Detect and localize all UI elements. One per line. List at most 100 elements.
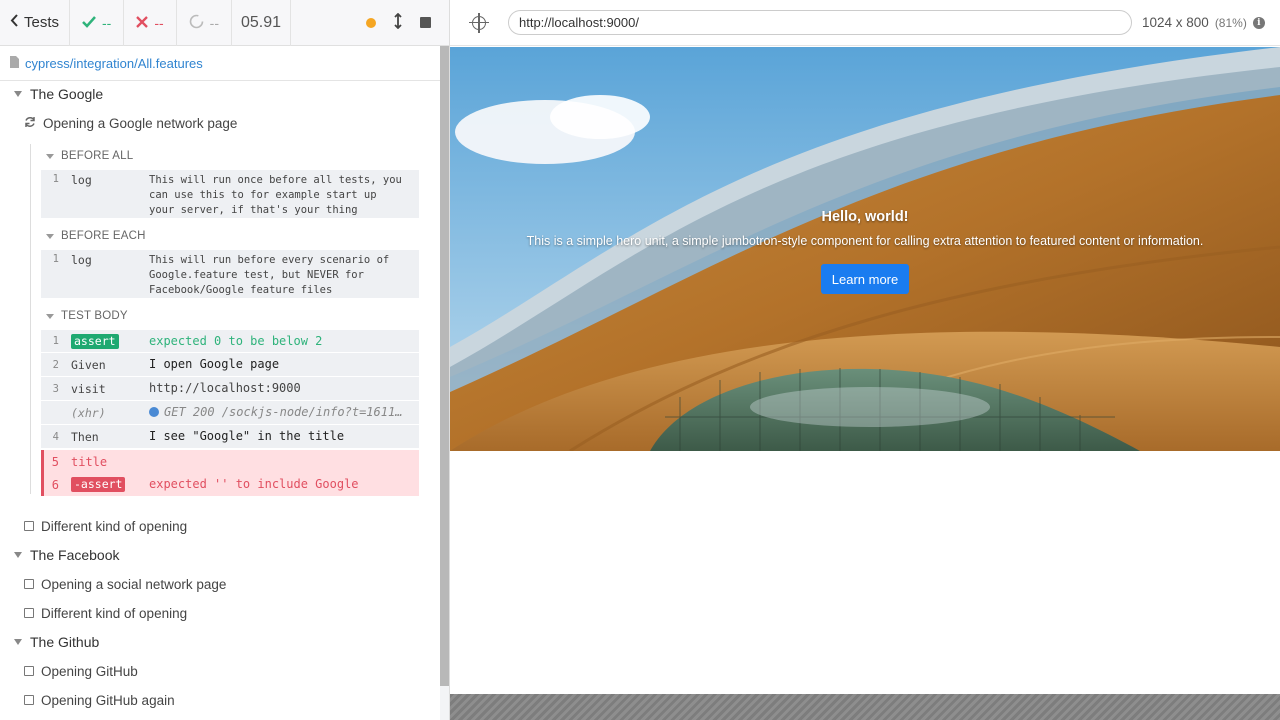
test-github-1[interactable]: Opening GitHub <box>24 660 138 682</box>
command-row[interactable]: (xhr) GET 200 /sockjs-node/info?t=16116.… <box>41 401 419 425</box>
command-row[interactable]: 1 log This will run once before all test… <box>41 170 419 219</box>
command-row[interactable]: 2 Given I open Google page <box>41 353 419 377</box>
test-facebook-1[interactable]: Opening a social network page <box>24 573 226 595</box>
command-number: 2 <box>52 358 59 371</box>
passed-count-value: -- <box>102 14 112 31</box>
command-list: 1 log This will run before every scenari… <box>41 250 419 299</box>
test-title: Opening GitHub <box>41 663 138 679</box>
command-name: log <box>71 253 92 267</box>
test-google-other[interactable]: Different kind of opening <box>24 515 187 537</box>
refresh-icon <box>24 116 36 131</box>
stats-bar: Tests -- -- -- 05.91 <box>0 0 449 46</box>
command-row-failed[interactable]: 5 title <box>44 450 419 473</box>
viewport-footer-strip <box>450 694 1280 720</box>
command-row[interactable]: 1 log This will run before every scenari… <box>41 250 419 299</box>
suite-facebook[interactable]: The Facebook <box>14 544 120 566</box>
test-title: Opening GitHub again <box>41 692 175 708</box>
suite-github[interactable]: The Github <box>14 631 99 653</box>
command-row[interactable]: 4 Then I see "Google" in the title <box>41 425 419 449</box>
chevron-down-icon <box>46 233 54 239</box>
aut-header: http://localhost:9000/ 1024 x 800 (81%) … <box>450 0 1280 46</box>
suite-title: The Facebook <box>30 547 120 563</box>
check-icon <box>82 15 96 31</box>
spinner-icon <box>189 14 204 32</box>
assert-badge: assert <box>71 333 119 349</box>
checkbox-icon <box>24 579 34 589</box>
x-icon <box>136 15 149 31</box>
hero-background-image <box>450 47 1280 451</box>
failed-count-value: -- <box>154 14 164 31</box>
pending-count: -- <box>177 0 232 46</box>
command-number: 3 <box>52 382 59 395</box>
command-row[interactable]: 3 visit http://localhost:9000 <box>41 377 419 401</box>
chevron-down-icon <box>14 639 22 645</box>
pending-count-value: -- <box>209 14 219 31</box>
hook-label: BEFORE ALL <box>61 150 134 162</box>
test-facebook-2[interactable]: Different kind of opening <box>24 602 187 624</box>
runnables-list: The Google Opening a Google network page… <box>0 81 440 720</box>
hook-before-each[interactable]: BEFORE EACH <box>46 227 146 245</box>
command-list: 1 assert expected 0 to be below 2 2 Give… <box>41 330 419 449</box>
viewport-info[interactable]: 1024 x 800 (81%) i <box>1142 15 1265 30</box>
hero-jumbotron: Hello, world! This is a simple hero unit… <box>450 47 1280 451</box>
command-name: Given <box>71 357 106 372</box>
hook-label: BEFORE EACH <box>61 230 146 242</box>
tests-back-button[interactable]: Tests <box>0 0 71 46</box>
command-message: http://localhost:9000 <box>149 381 301 395</box>
running-dot-icon <box>366 17 376 28</box>
command-row[interactable]: 1 assert expected 0 to be below 2 <box>41 330 419 353</box>
command-number: 6 <box>51 477 59 492</box>
tests-label: Tests <box>24 14 60 31</box>
command-message: I open Google page <box>149 357 280 371</box>
chevron-down-icon <box>14 552 22 558</box>
command-message: I see "Google" in the title <box>149 429 345 443</box>
command-message: This will run before every scenario of G… <box>149 254 390 296</box>
checkbox-icon <box>24 695 34 705</box>
command-message: This will run once before all tests, you… <box>149 174 402 216</box>
command-name: log <box>71 173 92 187</box>
test-github-2[interactable]: Opening GitHub again <box>24 689 175 711</box>
stop-icon[interactable] <box>420 17 431 28</box>
command-row-failed[interactable]: 6 -assert expected '' to include Google <box>44 473 419 496</box>
selector-playground-button[interactable] <box>450 12 508 33</box>
command-message: expected '' to include Google <box>149 477 359 491</box>
scrollbar[interactable] <box>440 46 449 686</box>
xhr-status-dot-icon <box>149 407 159 417</box>
test-title: Opening a social network page <box>41 576 227 592</box>
hook-before-all[interactable]: BEFORE ALL <box>46 147 133 165</box>
failed-commands: 5 title 6 -assert expected '' to include… <box>41 450 419 496</box>
suite-google[interactable]: The Google <box>14 83 103 105</box>
checkbox-icon <box>24 521 34 531</box>
spec-path-link[interactable]: cypress/integration/All.features <box>25 56 203 71</box>
command-number: 1 <box>52 335 59 347</box>
hook-label: TEST BODY <box>61 310 128 322</box>
hero-lead: This is a simple hero unit, a simple jum… <box>526 234 1204 248</box>
checkbox-icon <box>24 608 34 618</box>
command-message: expected 0 to be below 2 <box>149 333 323 348</box>
checkbox-icon <box>24 666 34 676</box>
viewport-size: 1024 x 800 <box>1142 15 1209 30</box>
viewport-scale: (81%) <box>1214 15 1247 30</box>
reporter-panel: Tests -- -- -- 05.91 cypress/integration… <box>0 0 450 720</box>
learn-more-button[interactable]: Learn more <box>821 264 909 294</box>
suite-title: The Google <box>30 86 104 102</box>
tree-guide-line <box>30 144 31 494</box>
hook-test-body[interactable]: TEST BODY <box>46 307 128 325</box>
failed-count: -- <box>124 0 177 46</box>
info-icon[interactable]: i <box>1252 16 1265 29</box>
chevron-down-icon <box>46 313 54 319</box>
chevron-down-icon <box>46 153 54 159</box>
duration: 05.91 <box>232 0 291 46</box>
chevron-down-icon <box>14 91 22 97</box>
command-name: visit <box>71 381 106 396</box>
url-field[interactable]: http://localhost:9000/ <box>508 10 1132 35</box>
test-title: Opening a Google network page <box>43 115 238 131</box>
command-number: 1 <box>52 253 59 265</box>
command-name: (xhr) <box>71 405 106 420</box>
command-number: 1 <box>52 173 59 185</box>
command-name: title <box>71 454 108 469</box>
resize-icon[interactable] <box>394 12 402 32</box>
test-google-running[interactable]: Opening a Google network page <box>24 112 237 134</box>
command-message: GET 200 /sockjs-node/info?t=16116... <box>164 405 419 419</box>
spec-path[interactable]: cypress/integration/All.features <box>0 46 440 81</box>
